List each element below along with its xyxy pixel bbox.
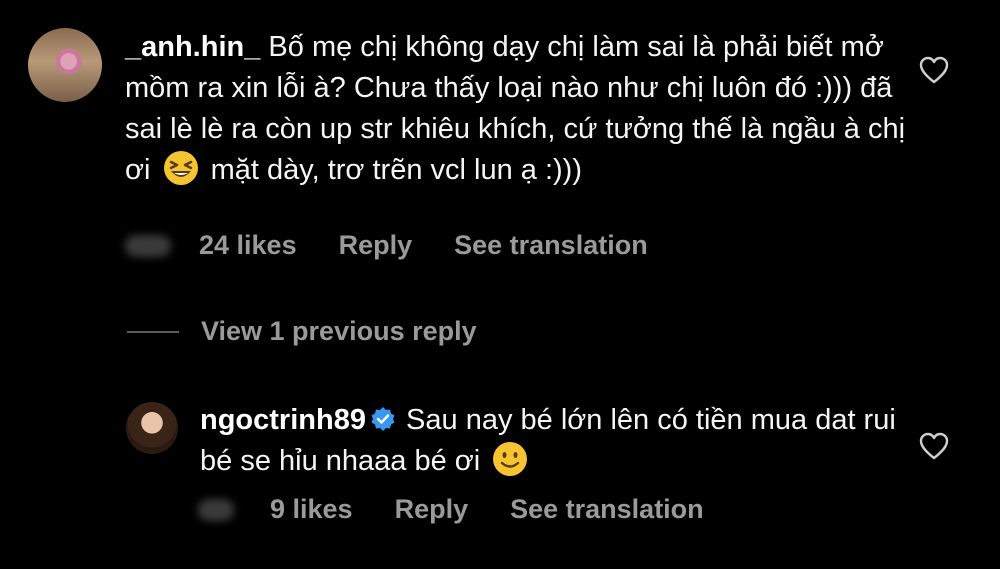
view-replies-label: View 1 previous reply [201,316,477,346]
comment-body: ngoctrinh89 Sau nay bé lớn lên có tiền m… [200,400,900,482]
view-replies-button[interactable]: View 1 previous reply [127,316,477,347]
timestamp-blurred [198,498,234,521]
avatar[interactable] [28,28,102,102]
likes-count[interactable]: 24 likes [199,230,297,261]
likes-count[interactable]: 9 likes [270,494,353,525]
comment-username[interactable]: ngoctrinh89 [200,404,366,436]
smiling-emoji-icon [493,442,528,476]
comment-body: _anh.hin_ Bố mẹ chị không dạy chị làm sa… [125,27,915,191]
timestamp-blurred [125,234,171,257]
comment-text-continued: mặt dày, trơ trẽn vcl lun ạ :))) [210,154,583,186]
comment-meta: 9 likes Reply See translation [198,494,746,525]
laughing-emoji-icon [163,151,198,185]
comment-meta: 24 likes Reply See translation [125,230,690,261]
replies-divider [127,330,179,333]
see-translation-button[interactable]: See translation [454,230,648,261]
see-translation-button[interactable]: See translation [510,494,704,525]
avatar[interactable] [126,402,178,454]
heart-icon[interactable] [919,432,949,460]
reply-button[interactable]: Reply [395,494,469,525]
verified-badge-icon [371,407,395,431]
heart-icon[interactable] [919,56,949,84]
reply-button[interactable]: Reply [339,230,413,261]
comment-username[interactable]: _anh.hin_ [125,31,260,63]
